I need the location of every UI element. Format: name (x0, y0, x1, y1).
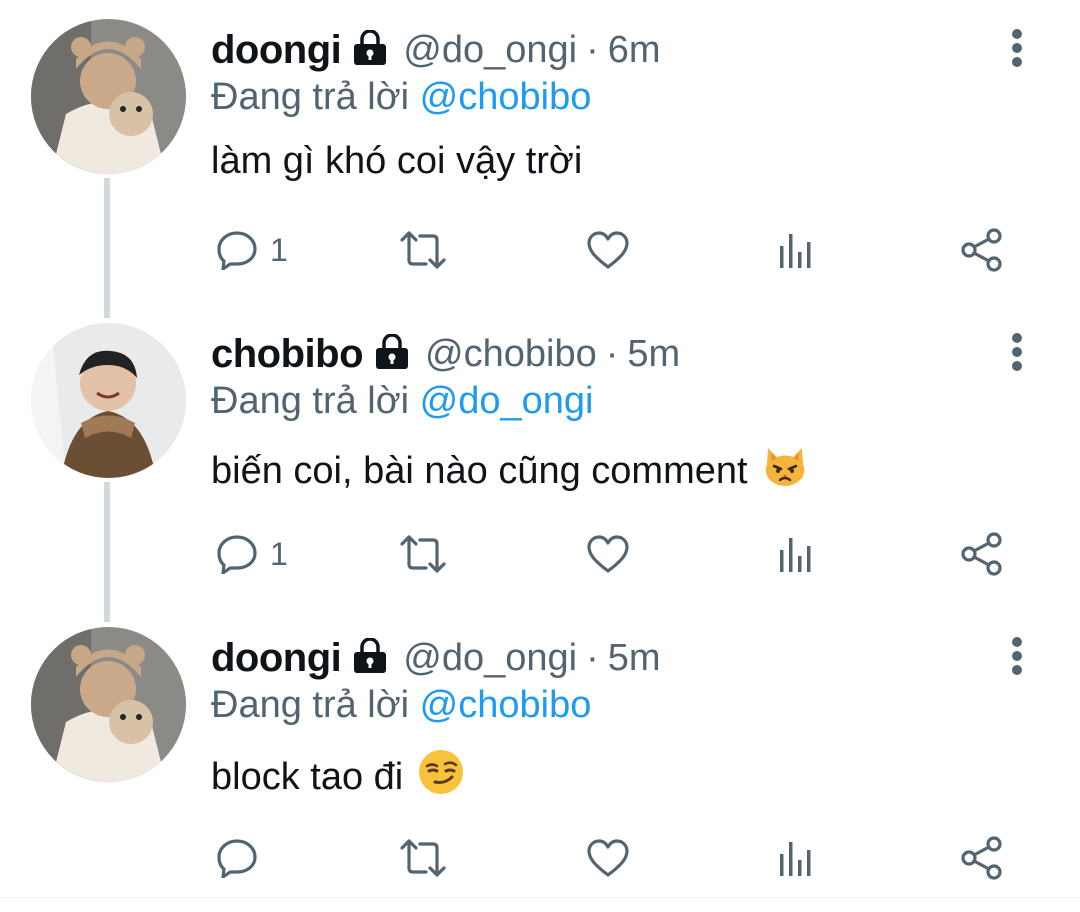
more-options-icon[interactable] (1000, 24, 1034, 72)
tweet[interactable]: doongi @do_ongi · 5m Đang trả lời @chobi… (0, 608, 1080, 912)
avatar[interactable] (31, 19, 186, 174)
tweet-text: làm gì khó coi vậy trời (211, 140, 582, 183)
user-handle[interactable]: @chobibo (425, 333, 597, 376)
smirking-face-emoji (417, 748, 465, 806)
replying-to: Đang trả lời @chobibo (211, 76, 591, 119)
replying-to: Đang trả lời @chobibo (211, 684, 591, 727)
tweet-actions: 1 (0, 524, 1080, 584)
display-name[interactable]: doongi (211, 28, 342, 73)
mention-link[interactable]: @chobibo (420, 684, 592, 726)
retweet-icon (400, 535, 446, 573)
share-button[interactable] (960, 524, 1004, 584)
like-button[interactable] (586, 220, 630, 280)
tweet[interactable]: doongi @do_ongi · 6m Đang trả lời @chobi… (0, 0, 1080, 304)
display-name[interactable]: doongi (211, 636, 342, 681)
timestamp[interactable]: 5m (627, 333, 680, 376)
tweet-text: block tao đi (211, 748, 465, 806)
lock-icon (351, 28, 389, 71)
timestamp[interactable]: 6m (608, 29, 661, 72)
tweet-body: làm gì khó coi vậy trời (211, 140, 583, 182)
views-button[interactable] (778, 828, 814, 888)
replying-to-label: Đang trả lời (211, 76, 410, 118)
reply-button[interactable]: 1 (216, 220, 288, 280)
like-button[interactable] (586, 524, 630, 584)
share-icon (961, 228, 1002, 272)
reply-icon (217, 535, 257, 574)
views-button[interactable] (778, 524, 814, 584)
views-button[interactable] (778, 220, 814, 280)
tweet-body: biến coi, bài nào cũng comment (211, 449, 748, 492)
user-handle[interactable]: @do_ongi (403, 29, 577, 72)
retweet-icon (400, 231, 446, 269)
mention-link[interactable]: @do_ongi (420, 380, 594, 422)
reply-button[interactable]: 1 (216, 524, 288, 584)
heart-icon (587, 231, 629, 269)
heart-icon (587, 535, 629, 573)
analytics-icon (780, 538, 811, 572)
avatar[interactable] (31, 627, 186, 782)
separator: · (586, 636, 599, 679)
like-button[interactable] (586, 828, 630, 888)
tweet-actions (0, 828, 1080, 888)
replying-to: Đang trả lời @do_ongi (211, 380, 594, 423)
retweet-button[interactable] (398, 828, 448, 888)
retweet-button[interactable] (398, 220, 448, 280)
tweet-body: block tao đi (211, 755, 404, 798)
timestamp[interactable]: 5m (608, 637, 661, 680)
replying-to-label: Đang trả lời (211, 380, 410, 422)
divider (0, 897, 1080, 898)
tweet[interactable]: chobibo @chobibo · 5m Đang trả lời @do_o… (0, 304, 1080, 608)
reply-icon (217, 231, 257, 270)
more-options-icon[interactable] (1000, 632, 1034, 680)
retweet-button[interactable] (398, 524, 448, 584)
user-handle[interactable]: @do_ongi (403, 637, 577, 680)
mention-link[interactable]: @chobibo (420, 76, 592, 118)
heart-icon (587, 839, 629, 877)
tweet-text: biến coi, bài nào cũng comment (211, 444, 808, 498)
lock-icon (373, 332, 411, 375)
reply-thread: doongi @do_ongi · 6m Đang trả lời @chobi… (0, 0, 1080, 902)
share-button[interactable] (960, 828, 1004, 888)
reply-count: 1 (270, 535, 288, 572)
reply-icon (217, 839, 257, 878)
display-name[interactable]: chobibo (211, 332, 364, 377)
reply-button[interactable] (216, 828, 270, 888)
analytics-icon (780, 234, 811, 268)
lock-icon (351, 636, 389, 679)
tweet-header: doongi @do_ongi · 6m (211, 24, 661, 76)
analytics-icon (780, 842, 811, 876)
replying-to-label: Đang trả lời (211, 684, 410, 726)
tweet-header: chobibo @chobibo · 5m (211, 328, 680, 380)
share-icon (961, 836, 1002, 880)
avatar[interactable] (31, 323, 186, 478)
reply-count: 1 (270, 231, 288, 268)
tweet-header: doongi @do_ongi · 5m (211, 632, 661, 684)
share-button[interactable] (960, 220, 1004, 280)
retweet-icon (400, 839, 446, 877)
tweet-actions: 1 (0, 220, 1080, 280)
more-options-icon[interactable] (1000, 328, 1034, 376)
separator: · (586, 28, 599, 71)
separator: · (605, 332, 619, 375)
pouting-cat-emoji (762, 444, 808, 498)
share-icon (961, 532, 1002, 576)
